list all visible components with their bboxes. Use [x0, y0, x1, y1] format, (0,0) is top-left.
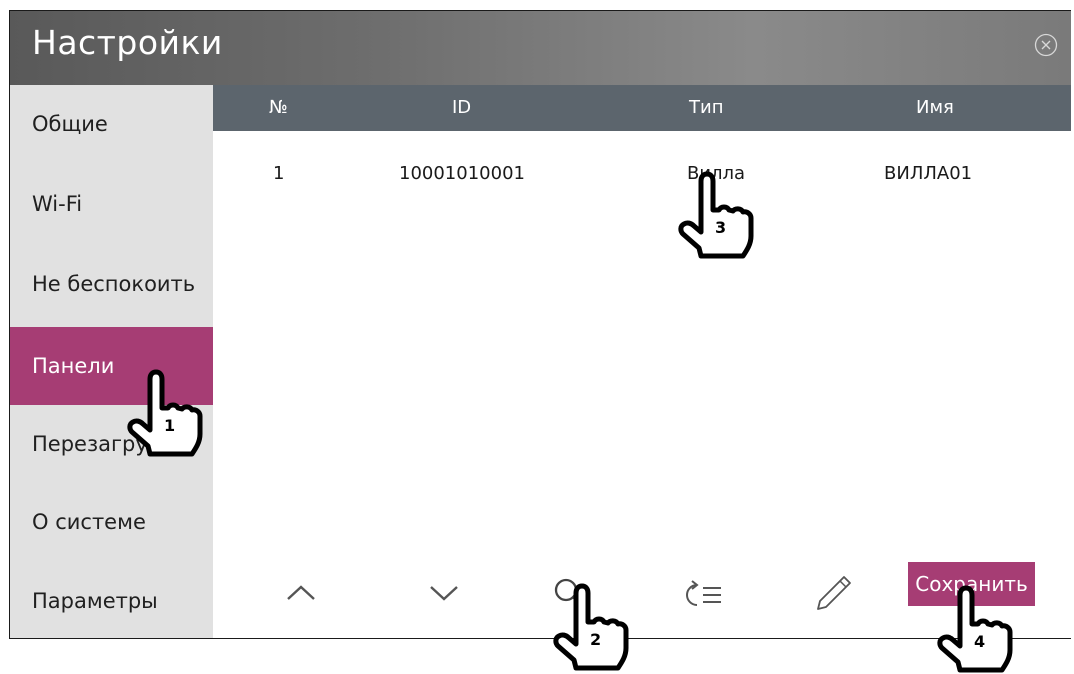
sidebar: Общие Wi-Fi Не беспокоить Панели Перезаг… — [10, 85, 213, 638]
pointing-hand-icon: 4 — [936, 584, 1014, 674]
annotation-number: 4 — [974, 632, 986, 651]
pointing-hand-icon: 1 — [126, 368, 204, 458]
title-bar: Настройки — [10, 11, 1071, 85]
sidebar-item-parameters[interactable]: Параметры — [10, 562, 213, 638]
sidebar-item-label: Wi-Fi — [32, 192, 83, 216]
cell-number: 1 — [273, 163, 285, 184]
column-header-type: Тип — [689, 97, 724, 118]
sidebar-item-label: Параметры — [32, 589, 158, 613]
sidebar-item-label: Не беспокоить — [32, 272, 196, 296]
chevron-up-icon[interactable] — [285, 583, 317, 607]
table-row[interactable]: 1 10001010001 Вилла ВИЛЛА01 — [213, 163, 1071, 197]
window-title: Настройки — [32, 23, 223, 62]
sidebar-item-about[interactable]: О системе — [10, 483, 213, 561]
annotation-number: 2 — [590, 630, 602, 649]
sidebar-item-wifi[interactable]: Wi-Fi — [10, 165, 213, 243]
annotation-number: 3 — [715, 218, 727, 237]
chevron-down-icon[interactable] — [428, 583, 460, 607]
sidebar-item-do-not-disturb[interactable]: Не беспокоить — [10, 245, 213, 323]
column-header-number: № — [269, 97, 288, 118]
pointing-hand-icon: 3 — [677, 170, 755, 260]
pencil-icon[interactable] — [814, 573, 854, 617]
cell-name: ВИЛЛА01 — [884, 163, 973, 184]
cell-id: 10001010001 — [399, 163, 525, 184]
sidebar-item-label: О системе — [32, 510, 146, 534]
panels-content: № ID Тип Имя 1 10001010001 Вилла ВИЛЛА01 — [213, 85, 1071, 638]
sidebar-item-label: Общие — [32, 112, 108, 136]
column-header-id: ID — [452, 97, 472, 118]
annotation-number: 1 — [164, 416, 176, 435]
settings-window: Настройки Общие Wi-Fi Не беспокоить Пане… — [9, 10, 1071, 639]
pointing-hand-icon: 2 — [552, 582, 630, 672]
refresh-list-icon[interactable] — [681, 577, 725, 615]
sidebar-item-general[interactable]: Общие — [10, 85, 213, 163]
close-icon[interactable] — [1034, 33, 1058, 57]
table-header: № ID Тип Имя — [213, 85, 1071, 131]
column-header-name: Имя — [916, 97, 954, 118]
sidebar-item-label: Панели — [32, 354, 115, 378]
